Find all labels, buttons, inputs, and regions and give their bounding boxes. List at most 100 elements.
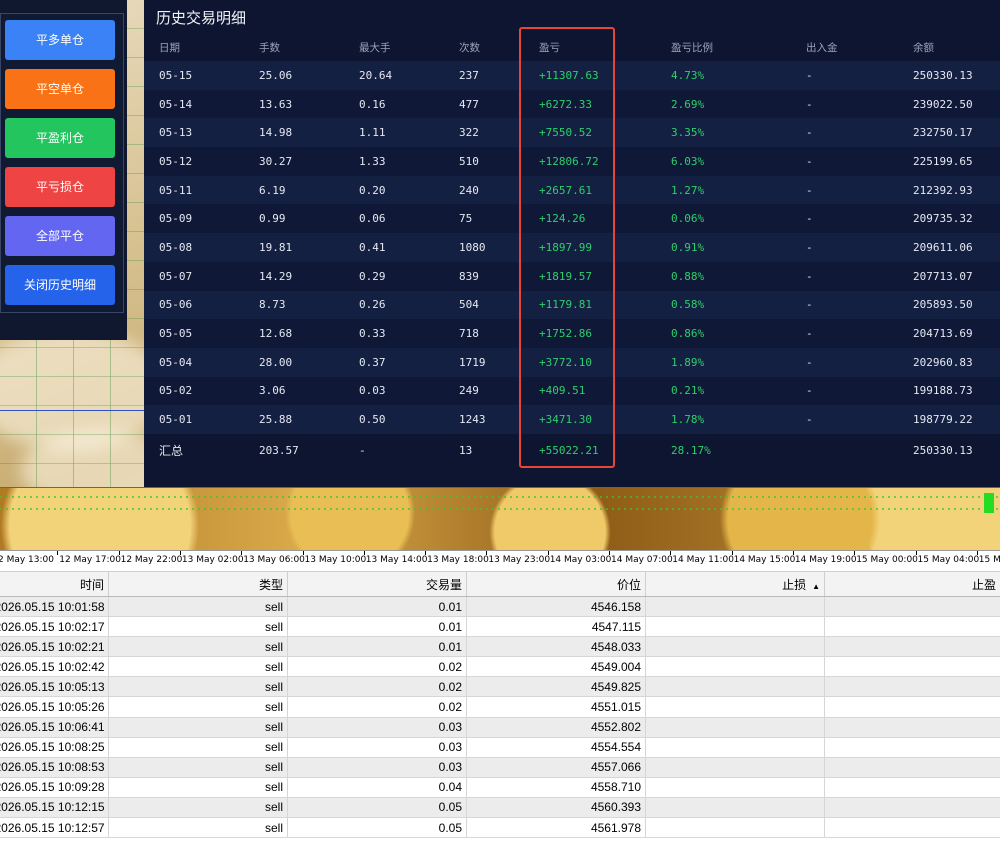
history-cell: - [791,261,898,291]
time-axis-label: 13 May 18:00 [425,551,489,565]
history-cell: 13.63 [244,89,344,119]
trades-column-header[interactable]: 止盈 [824,571,1000,597]
time-axis-label: 14 May 15:00 [731,551,796,565]
trade-cell: sell [108,616,288,638]
trade-row[interactable]: 2026.05.15 10:05:13 sell 0.02 4549.825 [0,676,1000,698]
trade-cell: 0.02 [287,676,467,698]
trade-cell: 0.03 [287,757,467,778]
history-panel: 历史交易明细 日期 手数 最大手 次数 盈亏 盈亏比例 出入金 余额 05-15 25.06 20… [144,0,1000,487]
history-cell: 1.78% [656,405,791,434]
trade-row[interactable]: 2026.05.15 10:05:26 sell 0.02 4551.015 [0,696,1000,718]
history-cell: 25.88 [244,405,344,434]
time-axis-label: 12 May 17:00 [57,551,122,565]
close-all-button[interactable]: 全部平仓 [5,216,115,256]
trade-row[interactable]: 2026.05.15 10:01:58 sell 0.01 4546.158 [0,596,1000,618]
history-cell: - [791,118,898,148]
trade-cell: 4552.802 [466,717,646,738]
history-cell: 0.58% [656,290,791,320]
trades-column-header[interactable]: 时间 [0,571,109,597]
trades-column-header[interactable]: 价位 [466,571,646,597]
time-axis-label: 13 May 02:00 [179,551,244,565]
trade-row[interactable]: 2026.05.15 10:08:25 sell 0.03 4554.554 [0,737,1000,758]
history-cell: 0.06 [344,204,444,234]
history-cell: 0.16 [344,89,444,119]
history-cell: - [791,204,898,234]
history-cell: 477 [444,89,524,119]
trade-row[interactable]: 2026.05.15 10:08:53 sell 0.03 4557.066 [0,757,1000,778]
trade-cell [824,616,1000,638]
history-cell: 0.26 [344,290,444,320]
close-loss-button[interactable]: 平亏损仓 [5,167,115,207]
trade-cell [645,797,825,819]
history-cell: 05-02 [144,376,244,406]
summary-cell: 13 [444,433,524,468]
trade-cell: 4547.115 [466,616,646,638]
trade-cell [645,596,825,618]
trades-column-header[interactable]: 类型 [108,571,288,597]
history-cell: 0.06% [656,204,791,234]
trade-cell: 4548.033 [466,636,646,658]
time-axis-label: 14 May 11:00 [670,551,735,565]
chart-background-image [0,487,1000,551]
history-cell: 8.73 [244,290,344,320]
history-cell: 322 [444,118,524,148]
trades-grid: 时间 类型 交易量 价位 止损 ▲ 止盈 2026.05.15 10:01:58 sell 0.… [0,571,1000,841]
close-profit-button[interactable]: 平盈利仓 [5,118,115,158]
history-cell: 0.91% [656,233,791,262]
history-cell: 0.29 [344,261,444,291]
trade-cell: 2026.05.15 10:08:25 [0,737,109,758]
trade-cell: 4546.158 [466,596,646,618]
history-cell: 0.99 [244,204,344,234]
trade-cell: 0.01 [287,596,467,618]
time-axis-label: 12 May 22:00 [118,551,183,565]
history-cell: 204713.69 [898,319,1000,348]
history-cell: 05-04 [144,347,244,377]
history-cell: 510 [444,147,524,176]
trade-row[interactable]: 2026.05.15 10:02:21 sell 0.01 4548.033 [0,636,1000,658]
trade-cell: 2026.05.15 10:02:42 [0,656,109,678]
indicator-dots [0,508,1000,510]
close-long-button[interactable]: 平多单仓 [5,20,115,60]
history-cell: 232750.17 [898,118,1000,148]
trades-column-label: 价位 [616,577,641,592]
trade-cell: 0.04 [287,777,467,798]
trades-column-label: 时间 [79,577,104,592]
close-short-button[interactable]: 平空单仓 [5,69,115,109]
history-cell: 1.89% [656,347,791,377]
trades-column-header[interactable]: 交易量 [287,571,467,597]
trade-row[interactable]: 2026.05.15 10:06:41 sell 0.03 4552.802 [0,717,1000,738]
history-cell: 839 [444,261,524,291]
trade-cell [645,757,825,778]
indicator-dots [0,496,1000,498]
history-cell: 0.21% [656,376,791,406]
history-column-header: 次数 [459,41,480,54]
history-cell: +7550.52 [524,118,656,148]
history-row: 05-06 8.73 0.26 504 +1179.81 0.58% -205893.50 [144,290,1000,320]
history-cell: - [791,175,898,205]
history-column-header: 余额 [913,41,934,54]
history-cell: 202960.83 [898,347,1000,377]
trade-row[interactable]: 2026.05.15 10:02:17 sell 0.01 4547.115 [0,616,1000,638]
trade-row[interactable]: 2026.05.15 10:09:28 sell 0.04 4558.710 [0,777,1000,798]
summary-cell: 250330.13 [898,433,1000,468]
time-axis-label: 14 May 19:00 [792,551,857,565]
history-cell: 0.50 [344,405,444,434]
trade-cell: sell [108,757,288,778]
trade-cell [824,717,1000,738]
history-cell: 237 [444,61,524,90]
price-level-line [0,410,150,411]
trade-cell [824,636,1000,658]
trades-column-header[interactable]: 止损 ▲ [645,571,825,597]
history-cell: 1.11 [344,118,444,148]
history-cell: 1.27% [656,175,791,205]
summary-cell: - [344,433,444,468]
history-cell: 209735.32 [898,204,1000,234]
trade-row[interactable]: 2026.05.15 10:12:15 sell 0.05 4560.393 [0,797,1000,819]
history-cell: - [791,347,898,377]
history-cell: 05-08 [144,233,244,262]
trade-cell: 4549.004 [466,656,646,678]
trade-row[interactable]: 2026.05.15 10:02:42 sell 0.02 4549.004 [0,656,1000,678]
history-cell: 3.06 [244,376,344,406]
trade-row[interactable]: 2026.05.15 10:12:57 sell 0.05 4561.978 [0,817,1000,839]
close-history-button[interactable]: 关闭历史明细 [5,265,115,305]
